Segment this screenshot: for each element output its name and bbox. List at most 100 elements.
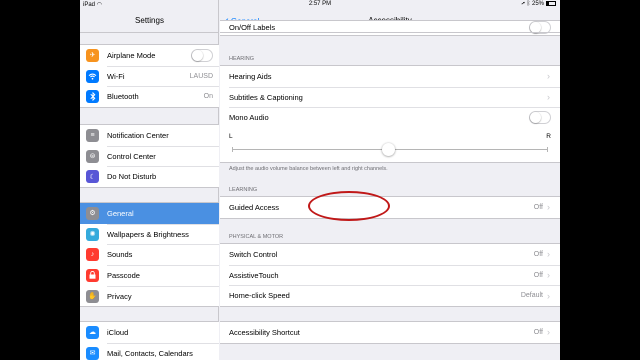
sidebar-item-notification-center[interactable]: ≡ Notification Center [80,125,219,146]
gear-icon: ⚙ [86,206,99,220]
accessibility-shortcut-label: Accessibility Shortcut [229,327,300,337]
sidebar-item-control-center[interactable]: ⊜ Control Center [80,145,219,167]
assistivetouch-value: Off [533,271,543,279]
physical-motor-header: PHYSICAL & MOTOR [229,234,284,240]
hearing-aids-label: Hearing Aids [229,71,272,81]
sidebar-title: Settings [135,16,164,25]
ipad-screen: Settings ✈ Airplane Mode Wi-Fi LAUSD Blu… [80,0,560,360]
sidebar-item-label: Do Not Disturb [107,172,157,182]
mono-audio-row: Mono Audio [220,107,560,128]
sidebar-item-label: General [107,208,134,218]
chevron-right-icon: › [547,202,550,213]
notification-center-icon: ≡ [86,128,99,142]
balance-left-label: L [229,133,233,141]
moon-icon: ☾ [86,170,99,184]
bluetooth-icon [86,90,99,104]
battery-icon [546,1,556,6]
lock-icon [86,268,99,282]
hearing-header: HEARING [229,56,255,62]
sidebar-item-label: Sounds [107,250,133,260]
learning-header: LEARNING [229,187,258,193]
wifi-icon [86,69,99,83]
switch-control-value: Off [533,250,543,258]
balance-footer-note: Adjust the audio volume balance between … [229,166,388,172]
speaker-icon: ♪ [86,248,99,262]
bluetooth-value: On [203,93,213,101]
annotation-circle [308,191,390,221]
sidebar-item-mail-contacts-calendars[interactable]: ✉ Mail, Contacts, Calendars [80,342,219,360]
sidebar-item-bluetooth[interactable]: Bluetooth On [80,86,219,107]
home-click-speed-value: Default [520,292,543,300]
on-off-labels-label: On/Off Labels [229,22,276,32]
chevron-right-icon: › [547,327,550,338]
sidebar-item-label: Airplane Mode [107,50,156,60]
wallpaper-icon: ✺ [86,227,99,241]
assistivetouch-row[interactable]: AssistiveTouch Off › [220,264,560,286]
sidebar-item-label: Passcode [107,270,140,280]
hand-icon: ✋ [86,289,99,303]
sidebar-item-wallpapers-brightness[interactable]: ✺ Wallpapers & Brightness [80,223,219,245]
accessibility-shortcut-row[interactable]: Accessibility Shortcut Off › [220,322,560,343]
slider-tick [547,147,548,153]
airplane-mode-toggle[interactable] [191,48,213,62]
cloud-icon: ☁ [86,325,99,339]
slider-tick [232,147,233,153]
sidebar-item-wifi[interactable]: Wi-Fi LAUSD [80,65,219,87]
bluetooth-status-icon: ᛒ [526,1,531,7]
sidebar-group-system: ≡ Notification Center ⊜ Control Center ☾… [80,124,219,189]
on-off-labels-row[interactable]: On/Off Labels [220,21,560,35]
location-icon: ➚ [521,1,526,7]
mono-audio-toggle[interactable] [529,111,551,125]
control-center-icon: ⊜ [86,149,99,163]
status-bar: iPad ◠ 2:57 PM ➚ ᛒ 25% [80,0,560,10]
sidebar-item-sounds[interactable]: ♪ Sounds [80,244,219,265]
accessibility-pane: ‹ General Accessibility On/Off Labels HE… [220,0,560,360]
chevron-right-icon: › [547,249,550,260]
sidebar-item-icloud[interactable]: ☁ iCloud [80,322,219,343]
mail-icon: ✉ [86,346,99,360]
balance-slider-knob[interactable] [382,143,395,157]
sidebar-item-label: iCloud [107,327,129,337]
switch-control-label: Switch Control [229,249,278,259]
sidebar-item-label: Wi-Fi [107,71,125,81]
sidebar-item-general[interactable]: ⚙ General [80,203,219,224]
assistivetouch-label: AssistiveTouch [229,270,279,280]
mono-audio-label: Mono Audio [229,113,269,123]
airplane-icon: ✈ [86,48,99,62]
sidebar-item-do-not-disturb[interactable]: ☾ Do Not Disturb [80,166,219,187]
balance-right-label: R [546,133,551,141]
battery-fill [547,2,549,5]
home-click-speed-row[interactable]: Home-click Speed Default › [220,285,560,306]
hearing-group: Hearing Aids › Subtitles & Captioning › … [220,65,560,164]
battery-percent: 25% [531,1,544,7]
guided-access-row[interactable]: Guided Access Off › [220,197,560,218]
sidebar-group-accounts: ☁ iCloud ✉ Mail, Contacts, Calendars [80,321,219,360]
sidebar-item-passcode[interactable]: Passcode [80,265,219,286]
partial-group: On/Off Labels [220,20,560,36]
chevron-right-icon: › [547,270,550,281]
sidebar-item-label: Notification Center [107,130,169,140]
sidebar-item-label: Privacy [107,291,132,301]
chevron-right-icon: › [547,92,550,103]
wifi-network-value: LAUSD [189,72,213,80]
subtitles-captioning-row[interactable]: Subtitles & Captioning › [220,86,560,108]
chevron-right-icon: › [547,71,550,82]
shortcut-group: Accessibility Shortcut Off › [220,321,560,344]
switch-control-row[interactable]: Switch Control Off › [220,244,560,265]
hearing-aids-row[interactable]: Hearing Aids › [220,66,560,87]
subtitles-captioning-label: Subtitles & Captioning [229,92,303,102]
settings-sidebar: Settings ✈ Airplane Mode Wi-Fi LAUSD Blu… [80,0,219,360]
battery-status: ➚ ᛒ 25% [521,1,556,7]
chevron-right-icon: › [547,290,550,301]
sidebar-item-label: Bluetooth [107,92,139,102]
sidebar-item-label: Mail, Contacts, Calendars [107,348,193,358]
sidebar-item-privacy[interactable]: ✋ Privacy [80,285,219,307]
home-click-speed-label: Home-click Speed [229,291,290,301]
sidebar-item-label: Wallpapers & Brightness [107,229,189,239]
accessibility-shortcut-value: Off [533,328,543,336]
sidebar-group-connectivity: ✈ Airplane Mode Wi-Fi LAUSD Bluetooth On [80,44,219,109]
sidebar-group-general: ⚙ General ✺ Wallpapers & Brightness ♪ So… [80,202,219,308]
learning-group: Guided Access Off › [220,196,560,219]
physical-motor-group: Switch Control Off › AssistiveTouch Off … [220,243,560,308]
sidebar-item-airplane-mode[interactable]: ✈ Airplane Mode [80,45,219,66]
